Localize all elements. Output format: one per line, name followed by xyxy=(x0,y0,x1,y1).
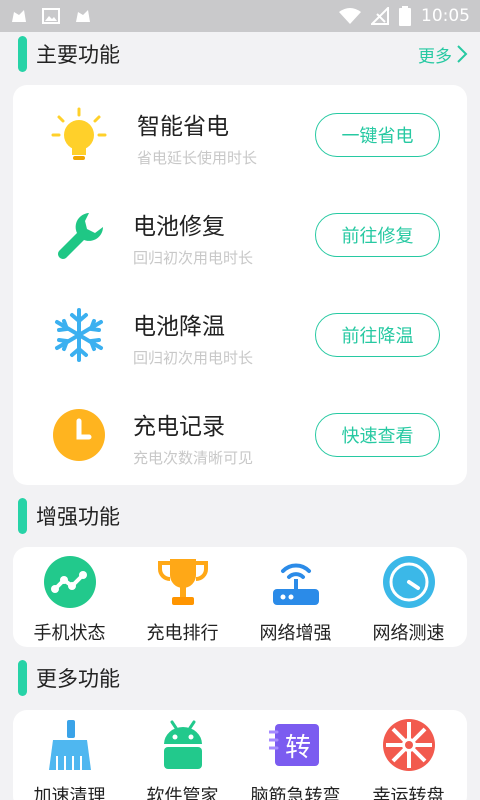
feature-row-battery-repair: 电池修复 回归初次用电时长 前往修复 xyxy=(13,185,467,285)
snowflake-icon xyxy=(55,308,103,362)
enhance-features-card: 手机状态 充电排行 网络增强 网络测速 xyxy=(13,547,467,647)
main-section-title: 主要功能 xyxy=(36,43,120,67)
more-features-card: 加速清理 软件管家 转 脑筋急转弯 幸运转盘 xyxy=(13,710,467,800)
feature-title: 电池修复 xyxy=(133,214,225,240)
lucky-wheel-icon xyxy=(382,719,435,771)
status-time: 10:05 xyxy=(421,6,470,26)
feature-title: 智能省电 xyxy=(137,114,229,140)
main-features-card: 智能省电 省电延长使用时长 一键省电 电池修复 回归初次用电时长 前往修复 电池… xyxy=(13,85,467,485)
more-link[interactable]: 更多 xyxy=(418,42,468,67)
enhance-section-title: 增强功能 xyxy=(36,505,120,529)
quick-view-button[interactable]: 快速查看 xyxy=(315,413,440,457)
lightbulb-icon xyxy=(51,107,107,160)
feature-subtitle: 省电延长使用时长 xyxy=(137,149,258,167)
grid-item-network-boost[interactable]: 网络增强 xyxy=(239,555,352,645)
brain-teaser-icon-text: 转 xyxy=(284,733,310,763)
go-cool-button[interactable]: 前往降温 xyxy=(315,313,440,357)
battery-icon xyxy=(399,6,411,26)
enhance-section-header: 增强功能 xyxy=(18,498,468,534)
grid-label: 幸运转盘 xyxy=(372,786,445,800)
grid-item-brain-teaser[interactable]: 转 脑筋急转弯 xyxy=(239,718,352,800)
speedometer-icon xyxy=(382,556,435,608)
feature-row-battery-cool: 电池降温 回归初次用电时长 前往降温 xyxy=(13,285,467,385)
trophy-icon xyxy=(157,559,208,605)
grid-label: 加速清理 xyxy=(33,786,106,800)
feature-row-charge-record: 充电记录 充电次数清晰可见 快速查看 xyxy=(13,385,467,485)
status-bar: 10:05 xyxy=(0,0,480,32)
phone-status-icon xyxy=(43,556,96,608)
brain-teaser-icon: 转 xyxy=(268,724,319,766)
image-notification-icon xyxy=(42,8,60,24)
feature-subtitle: 回归初次用电时长 xyxy=(133,249,254,267)
grid-item-speed-clean[interactable]: 加速清理 xyxy=(13,718,126,800)
wrench-icon xyxy=(58,213,103,259)
grid-item-speed-test[interactable]: 网络测速 xyxy=(352,555,465,645)
feature-title: 电池降温 xyxy=(133,314,225,340)
clock-icon xyxy=(53,409,105,461)
grid-label: 手机状态 xyxy=(33,623,106,644)
section-accent-bar xyxy=(18,36,27,72)
router-icon xyxy=(272,563,319,605)
grid-item-charge-ranking[interactable]: 充电排行 xyxy=(126,555,239,645)
notification-app-icon-2 xyxy=(76,10,90,22)
go-repair-button[interactable]: 前往修复 xyxy=(315,213,440,257)
more-section-header: 更多功能 xyxy=(18,660,468,696)
grid-label: 软件管家 xyxy=(146,786,219,800)
notification-app-icon xyxy=(12,10,26,22)
chevron-right-icon xyxy=(457,45,468,63)
signal-icon xyxy=(371,7,389,25)
section-accent-bar xyxy=(18,498,27,534)
grid-item-lucky-wheel[interactable]: 幸运转盘 xyxy=(352,718,465,800)
feature-title: 充电记录 xyxy=(133,414,225,440)
more-section-title: 更多功能 xyxy=(36,667,120,691)
wifi-icon xyxy=(339,8,361,24)
feature-subtitle: 回归初次用电时长 xyxy=(133,349,254,367)
more-link-label: 更多 xyxy=(418,46,452,67)
grid-label: 网络增强 xyxy=(259,623,332,644)
grid-item-phone-status[interactable]: 手机状态 xyxy=(13,555,126,645)
feature-subtitle: 充电次数清晰可见 xyxy=(133,449,254,467)
one-click-save-button[interactable]: 一键省电 xyxy=(315,113,440,157)
grid-label: 网络测速 xyxy=(372,623,445,644)
android-icon xyxy=(163,720,202,769)
feature-row-smart-save: 智能省电 省电延长使用时长 一键省电 xyxy=(13,85,467,185)
broom-icon xyxy=(48,720,91,770)
grid-label: 充电排行 xyxy=(146,623,219,644)
main-section-header: 主要功能 更多 xyxy=(18,36,468,72)
section-accent-bar xyxy=(18,660,27,696)
grid-item-app-manager[interactable]: 软件管家 xyxy=(126,718,239,800)
grid-label: 脑筋急转弯 xyxy=(250,786,341,800)
